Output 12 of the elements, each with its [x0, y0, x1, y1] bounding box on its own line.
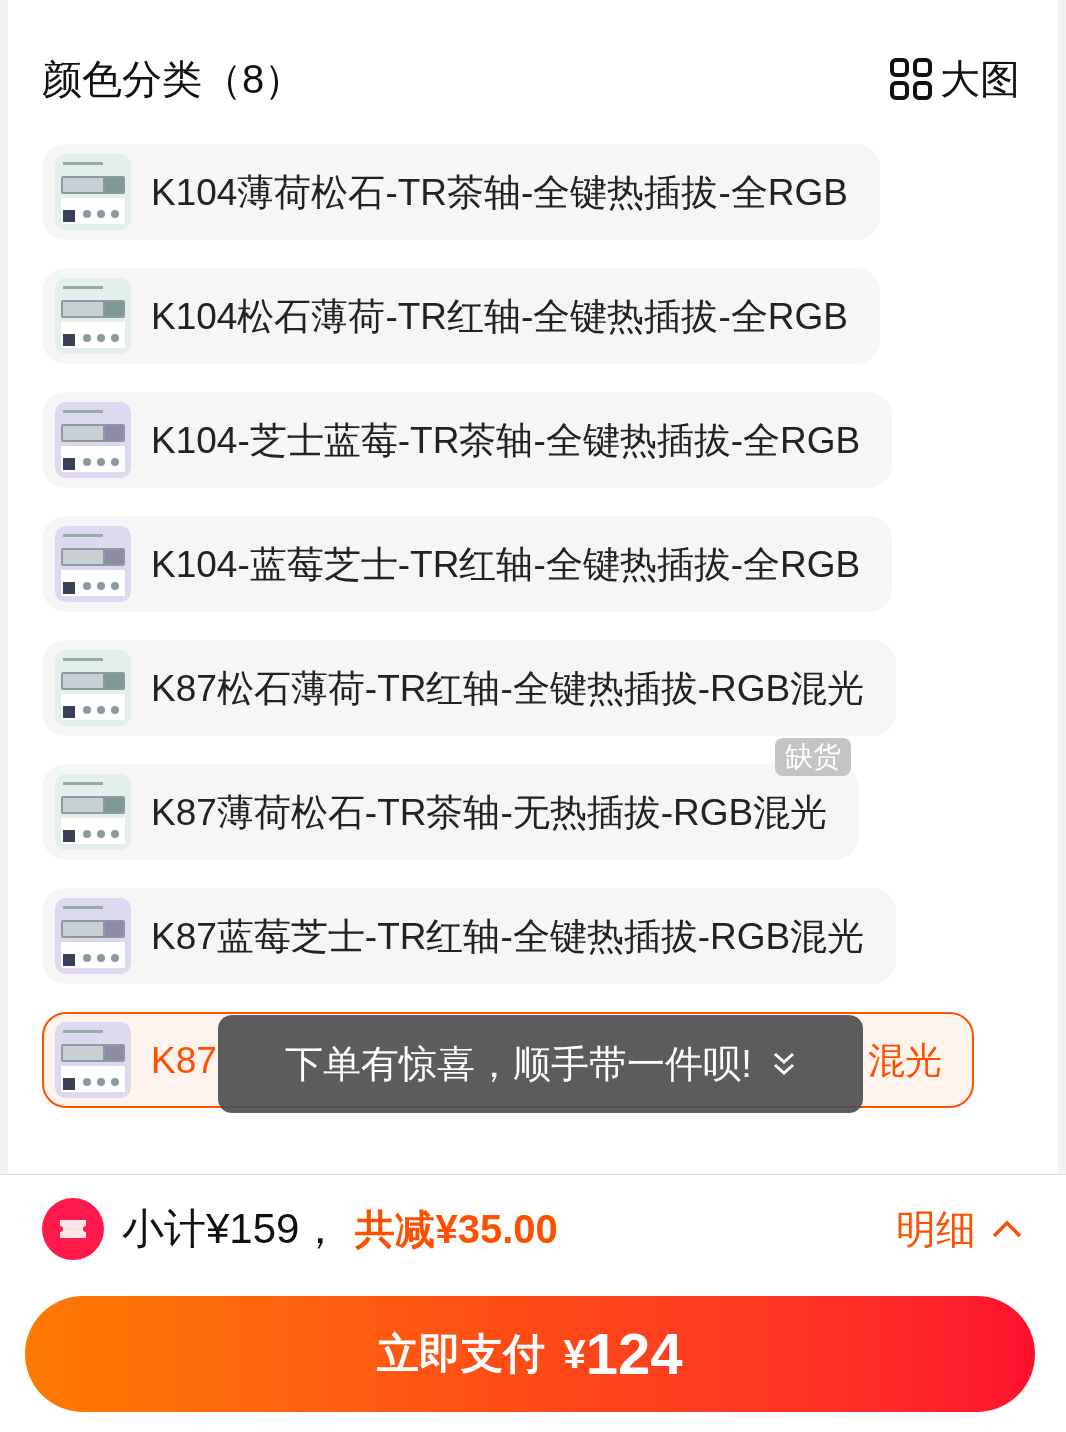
subtotal-text: 小计¥159，	[122, 1208, 342, 1250]
option-chip[interactable]: K104-蓝莓芝士-TR红轴-全键热插拔-全RGB	[42, 516, 893, 612]
section-title: 颜色分类（8）	[42, 59, 305, 99]
option-chip[interactable]: K104松石薄荷-TR红轴-全键热插拔-全RGB	[42, 268, 880, 364]
option-chip[interactable]: K87松石薄荷-TR红轴-全键热插拔-RGB混光	[42, 640, 897, 736]
out-of-stock-badge: 缺货	[775, 738, 852, 776]
discount-text: 共减¥35.00	[355, 1209, 558, 1249]
option-chip[interactable]: K87蓝莓芝士-TR红轴-全键热插拔-RGB混光	[42, 888, 897, 984]
option-chip[interactable]: K104薄荷松石-TR茶轴-全键热插拔-全RGB	[42, 144, 880, 240]
toast-text: 下单有惊喜，顺手带一件呗!	[285, 1045, 752, 1083]
option-chip[interactable]: K104-芝士蓝莓-TR茶轴-全键热插拔-全RGB	[42, 392, 893, 488]
large-view-button[interactable]: 大图	[890, 58, 1020, 100]
